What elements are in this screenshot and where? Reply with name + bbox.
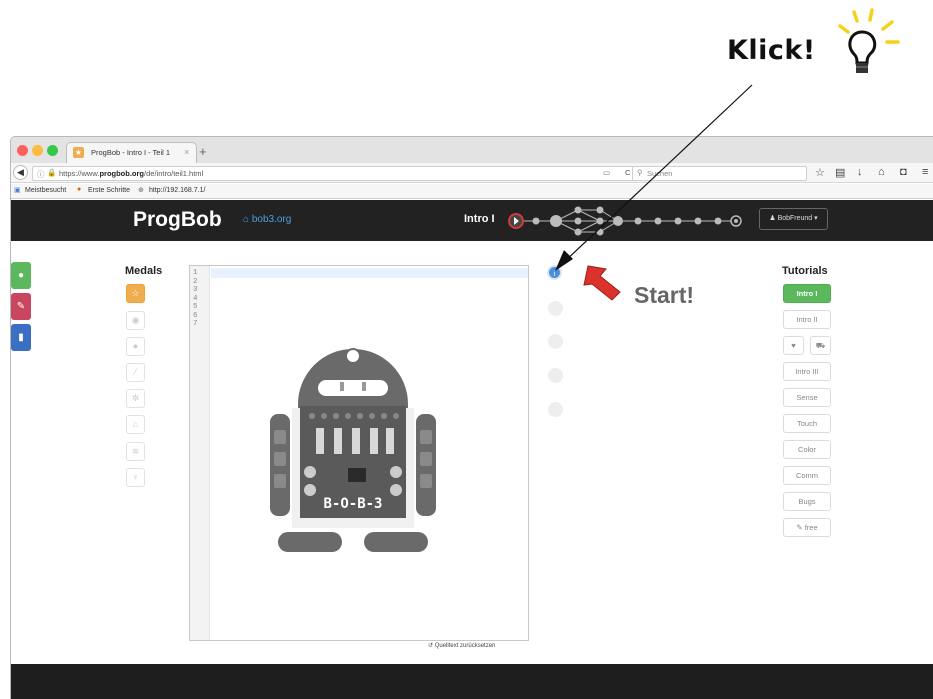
code-editor[interactable]: 1 2 3 4 5 6 7 B-O-B-3 xyxy=(189,265,529,641)
bob3-link-text: bob3.org xyxy=(251,214,292,225)
line-number-gutter: 1 2 3 4 5 6 7 xyxy=(190,266,210,640)
navigation-toolbar: ◀ ⓘ 🔒 https://www.progbob.org/de/intro/t… xyxy=(11,163,933,183)
info-icon[interactable]: ⓘ xyxy=(37,169,45,180)
tab-bar: ★ ProgBob - Intro I - Teil 1 × + xyxy=(11,137,933,163)
tutorial-comm[interactable]: Comm xyxy=(783,466,831,485)
line-number: 3 xyxy=(193,286,198,294)
pocket-icon[interactable]: ◘ xyxy=(900,166,907,178)
drop-icon[interactable]: ● xyxy=(126,337,145,356)
url-prefix: https://www. xyxy=(59,169,100,178)
tutorial-intro-1[interactable]: Intro I xyxy=(783,284,831,303)
step-4-icon[interactable] xyxy=(548,368,563,383)
site-header: ProgBob ⌂ bob3.org Intro I ♟ BobFreund ▾ xyxy=(11,200,933,241)
user-icon: ♟ xyxy=(769,215,778,222)
user-name: BobFreund ▾ xyxy=(777,215,818,222)
medals-title: Medals xyxy=(125,265,163,277)
bookmark-local-ip[interactable]: http://192.168.7.1/ xyxy=(149,187,205,194)
lesson-progress-graph[interactable] xyxy=(506,204,746,238)
tutorials-title: Tutorials xyxy=(782,265,828,277)
lightbulb-icon xyxy=(838,8,900,73)
bob3-robot-image: B-O-B-3 xyxy=(270,348,436,552)
board-label: B-O-B-3 xyxy=(323,496,382,512)
step-2-icon[interactable] xyxy=(548,301,563,316)
clipboard-icon[interactable]: ▤ xyxy=(835,166,845,179)
url-text[interactable]: https://www.progbob.org/de/intro/teil1.h… xyxy=(59,169,203,178)
tutorial-sense[interactable]: Sense xyxy=(783,388,831,407)
url-domain: progbob.org xyxy=(99,169,145,178)
zoom-window-button[interactable] xyxy=(47,145,58,156)
address-bar[interactable]: ⓘ 🔒 https://www.progbob.org/de/intro/tei… xyxy=(32,166,640,181)
tutorial-free-label: free xyxy=(804,523,818,532)
bookmark-star-icon[interactable]: ☆ xyxy=(815,166,825,179)
menu-icon[interactable]: ≡ xyxy=(922,166,928,178)
line-number: 5 xyxy=(193,303,198,311)
robot-icon: ⌂ xyxy=(243,214,252,225)
line-number: 2 xyxy=(193,277,198,286)
pin-icon[interactable]: ✎ xyxy=(11,293,31,320)
brand-logo[interactable]: ProgBob xyxy=(133,208,222,232)
tutorial-free[interactable]: ✎ free xyxy=(783,518,831,537)
eye-icon[interactable]: ◉ xyxy=(126,311,145,330)
line-number: 6 xyxy=(193,311,198,320)
url-path: /de/intro/teil1.html xyxy=(144,169,204,178)
star-icon[interactable]: ☆ xyxy=(126,284,145,303)
reader-view-icon[interactable]: ▭ xyxy=(603,168,610,177)
line-number: 1 xyxy=(193,269,198,277)
lock-icon: 🔒 xyxy=(47,168,57,177)
search-bar[interactable]: ⚲ Suchen xyxy=(632,166,807,181)
wand-icon[interactable]: ⁄ xyxy=(126,363,145,382)
home-icon[interactable]: ⌂ xyxy=(878,166,885,178)
user-menu-button[interactable]: ♟ BobFreund ▾ xyxy=(759,208,828,230)
line-number: 4 xyxy=(193,294,198,303)
bookmarks-bar: ▣ Meistbesucht ● Erste Schritte ⊕ http:/… xyxy=(11,184,933,199)
favicon-icon: ★ xyxy=(73,147,84,158)
heart-icon[interactable]: ♥ xyxy=(783,336,804,355)
tutorial-color[interactable]: Color xyxy=(783,440,831,459)
tab-title: ProgBob - Intro I - Teil 1 xyxy=(91,148,171,157)
line-number: 7 xyxy=(193,320,198,328)
download-icon[interactable]: ↓ xyxy=(857,166,863,178)
step-3-icon[interactable] xyxy=(548,334,563,349)
car-icon[interactable]: ⛟ xyxy=(810,336,831,355)
lesson-title: Intro I xyxy=(464,213,495,225)
browser-window: ★ ProgBob - Intro I - Teil 1 × + ◀ ⓘ 🔒 h… xyxy=(10,136,933,699)
minimize-window-button[interactable] xyxy=(32,145,43,156)
reset-source-link[interactable]: ↺ Quelltext zurücksetzen xyxy=(428,642,495,649)
bob3-link[interactable]: ⌂ bob3.org xyxy=(243,214,291,225)
start-annotation: Start! xyxy=(634,282,695,308)
edit-icon: ✎ xyxy=(796,523,805,532)
water-drop-icon[interactable]: ● xyxy=(11,262,31,289)
search-icon: ⚲ xyxy=(637,168,643,177)
globe-icon: ⊕ xyxy=(138,187,144,194)
site-footer xyxy=(11,664,933,699)
tab-close-icon[interactable]: × xyxy=(184,147,189,157)
home-icon[interactable]: ⌂ xyxy=(126,415,145,434)
tutorial-touch[interactable]: Touch xyxy=(783,414,831,433)
search-input[interactable]: Suchen xyxy=(647,169,672,178)
bookmark-most-visited[interactable]: Meistbesucht xyxy=(25,187,66,194)
active-line-highlight xyxy=(211,268,528,278)
firefox-icon: ● xyxy=(77,186,82,193)
step-1-info-icon[interactable]: i xyxy=(547,265,562,280)
book-icon[interactable]: ▮ xyxy=(11,324,31,351)
wifi-icon[interactable]: ≋ xyxy=(126,442,145,461)
tutorial-intro-3[interactable]: Intro III xyxy=(783,362,831,381)
trophy-icon[interactable]: ♆ xyxy=(126,468,145,487)
close-window-button[interactable] xyxy=(17,145,28,156)
folder-icon: ▣ xyxy=(14,187,21,194)
reload-icon[interactable]: C xyxy=(625,168,630,177)
back-button[interactable]: ◀ xyxy=(13,165,28,180)
gear-icon[interactable]: ✲ xyxy=(126,389,145,408)
bookmark-getting-started[interactable]: Erste Schritte xyxy=(88,187,130,194)
tutorial-bugs[interactable]: Bugs xyxy=(783,492,831,511)
browser-tab[interactable]: ★ ProgBob - Intro I - Teil 1 × xyxy=(66,142,197,163)
step-5-icon[interactable] xyxy=(548,402,563,417)
new-tab-button[interactable]: + xyxy=(199,144,207,159)
tutorial-intro-2[interactable]: Intro II xyxy=(783,310,831,329)
click-annotation: Klick! xyxy=(727,35,816,66)
